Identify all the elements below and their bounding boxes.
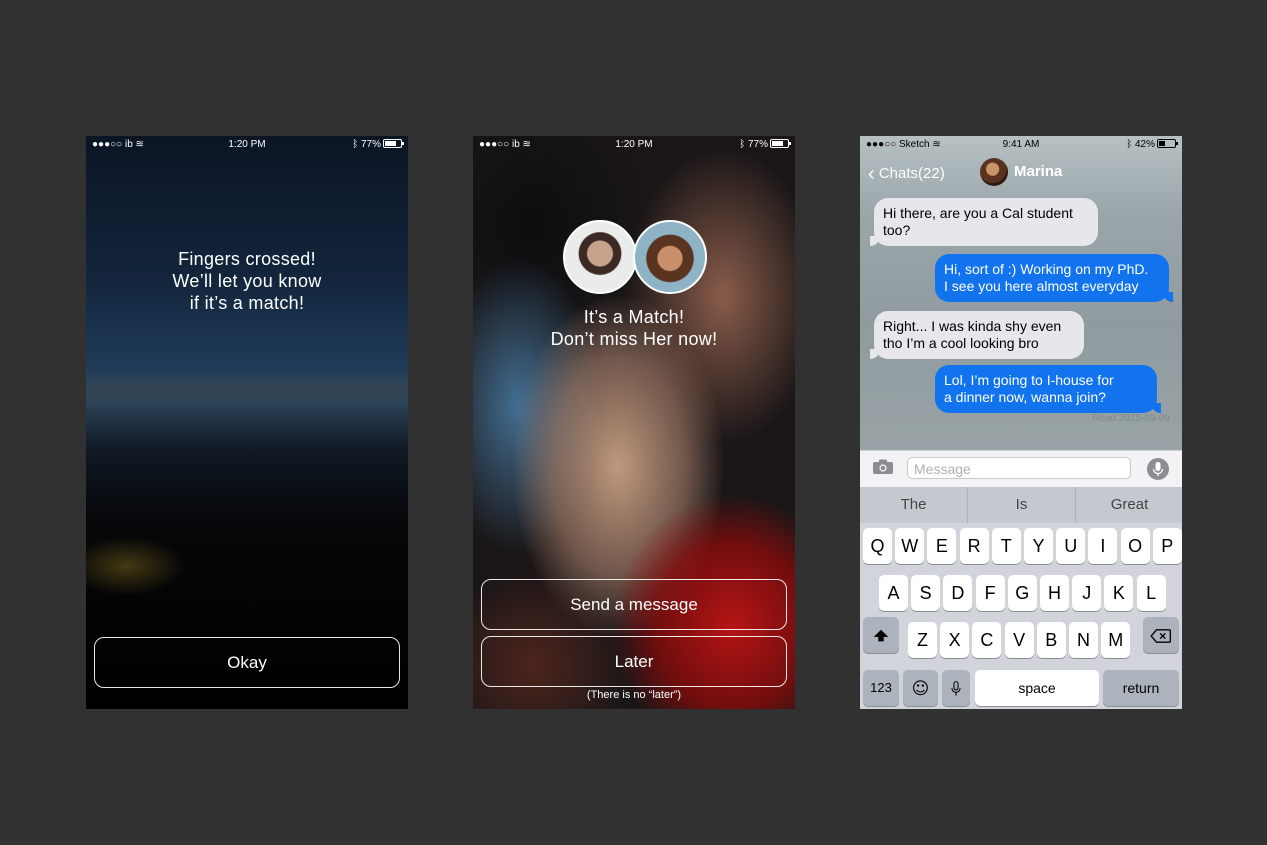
battery-icon (770, 139, 791, 148)
key[interactable]: M (1101, 622, 1131, 658)
chevron-left-icon: ‹ (868, 163, 875, 185)
battery-percent: 42% (1134, 139, 1155, 150)
waiting-message: Fingers crossed! We’ll let you know if i… (86, 248, 408, 314)
key[interactable]: L (1136, 575, 1166, 611)
status-bar: ●●●○○ ib ≋ 1:20 PM ᛒ 77% (86, 136, 408, 154)
later-note: (There is no “later”) (586, 689, 682, 701)
backspace-icon (1150, 629, 1171, 644)
suggestion[interactable]: The (860, 487, 967, 523)
status-bar: ●●●○○ ib ≋ 1:20 PM ᛒ 77% (473, 136, 795, 154)
dictation-key[interactable] (942, 670, 970, 706)
phone-screen-chat: ●●●○○ Sketch ≋ 9:41 AM ᛒ 42% ‹ Chats(22)… (860, 136, 1182, 709)
keyboard: The Is Great QWERTYUIOPASDFGHJKLZXCVBNM … (860, 487, 1182, 709)
battery-icon (1157, 139, 1178, 148)
key[interactable]: T (991, 528, 1021, 564)
numbers-key[interactable]: 123 (863, 670, 899, 706)
avatar (980, 158, 1008, 186)
message-bubble-outgoing: Hi, sort of :) Working on my PhD. I see … (935, 254, 1173, 302)
key[interactable]: K (1104, 575, 1134, 611)
key[interactable]: J (1072, 575, 1102, 611)
battery-percent: 77% (360, 139, 381, 150)
key[interactable]: E (927, 528, 957, 564)
message-line: We’ll let you know (172, 271, 322, 291)
key[interactable]: G (1007, 575, 1037, 611)
match-message: It’s a Match! Don’t miss Her now! (473, 306, 795, 350)
microphone-button[interactable] (1147, 458, 1169, 480)
key[interactable]: I (1088, 528, 1118, 564)
key[interactable]: Z (908, 622, 937, 658)
message-line: too? (883, 222, 911, 238)
key[interactable]: W (895, 528, 925, 564)
message-bubble-outgoing: Lol, I’m going to I-house for a dinner n… (935, 365, 1161, 413)
message-line: It’s a Match! (583, 307, 685, 327)
emoji-icon: ☺ (911, 679, 930, 699)
key[interactable]: R (959, 528, 989, 564)
message-bubble-incoming: Hi there, are you a Cal student too? (870, 198, 1098, 246)
key[interactable]: F (975, 575, 1005, 611)
key[interactable]: N (1069, 622, 1098, 658)
message-bubble-incoming: Right... I was kinda shy even tho I’m a … (870, 311, 1084, 359)
suggestion[interactable]: Is (967, 487, 1075, 523)
return-key[interactable]: return (1103, 670, 1179, 706)
message-line: if it’s a match! (189, 293, 305, 313)
avatar-user (563, 220, 637, 294)
microphone-icon (951, 681, 961, 696)
message-line: Don’t miss Her now! (550, 329, 718, 349)
message-line: Hi, sort of :) Working on my PhD. (944, 261, 1149, 277)
space-key[interactable]: space (975, 670, 1099, 706)
key[interactable]: U (1056, 528, 1086, 564)
key[interactable]: B (1036, 622, 1066, 658)
key[interactable]: S (911, 575, 941, 611)
light-glow (86, 536, 186, 596)
microphone-icon (1152, 462, 1164, 476)
message-line: Fingers crossed! (178, 249, 316, 269)
phone-screen-match: ●●●○○ ib ≋ 1:20 PM ᛒ 77% It’s a Match! D… (473, 136, 795, 709)
key[interactable]: Q (863, 528, 892, 564)
message-line: tho I’m a cool looking bro (883, 335, 1039, 351)
shift-icon (873, 629, 889, 642)
back-button[interactable]: ‹ Chats(22) (868, 163, 945, 186)
key[interactable]: O (1120, 528, 1150, 564)
message-line: Lol, I’m going to I-house for (944, 372, 1114, 388)
horizon-blur (86, 368, 408, 408)
contact-header[interactable]: Marina (980, 158, 1062, 186)
message-input[interactable]: Message (907, 457, 1131, 479)
bluetooth-icon: ᛒ (352, 139, 359, 150)
send-message-button[interactable]: Send a message (481, 579, 787, 630)
avatar-match (633, 220, 707, 294)
battery-percent: 77% (747, 139, 768, 150)
message-line: Hi there, are you a Cal student (883, 205, 1073, 221)
chat-header: ‹ Chats(22) Marina (860, 154, 1182, 190)
later-button[interactable]: Later (481, 636, 787, 687)
key[interactable]: V (1004, 622, 1034, 658)
key[interactable]: A (879, 575, 908, 611)
message-line: Right... I was kinda shy even (883, 318, 1062, 334)
key[interactable]: X (940, 622, 970, 658)
status-bar: ●●●○○ Sketch ≋ 9:41 AM ᛒ 42% (860, 136, 1182, 154)
camera-icon[interactable] (872, 459, 894, 475)
phone-screen-waiting: ●●●○○ ib ≋ 1:20 PM ᛒ 77% Fingers crossed… (86, 136, 408, 709)
message-line: a dinner now, wanna join? (944, 389, 1106, 405)
key[interactable]: P (1152, 528, 1182, 564)
bluetooth-icon: ᛒ (739, 139, 746, 150)
contact-name: Marina (1014, 162, 1063, 180)
emoji-key[interactable]: ☺ (903, 670, 938, 706)
delete-key[interactable] (1143, 617, 1179, 653)
back-label: Chats(22) (878, 165, 945, 182)
shift-key[interactable] (863, 617, 899, 653)
key[interactable]: H (1040, 575, 1069, 611)
read-receipt: Read 2015-09-09 (1092, 413, 1170, 424)
bluetooth-icon: ᛒ (1126, 139, 1133, 150)
message-input-bar: Message (860, 450, 1182, 488)
key[interactable]: Y (1024, 528, 1053, 564)
suggestion[interactable]: Great (1075, 487, 1182, 523)
okay-button[interactable]: Okay (94, 637, 400, 688)
battery-icon (383, 139, 404, 148)
key[interactable]: C (972, 622, 1002, 658)
key[interactable]: D (943, 575, 973, 611)
message-line: I see you here almost everyday (944, 278, 1139, 294)
